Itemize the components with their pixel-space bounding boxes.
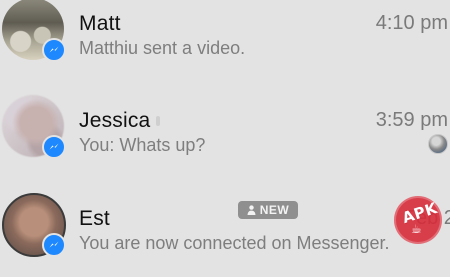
messenger-badge-icon bbox=[42, 233, 66, 257]
conversation-row[interactable]: Est NEW Feb 24 You are now connected on … bbox=[0, 187, 450, 277]
contact-name-text: Jessica bbox=[79, 109, 151, 132]
contact-name: Est bbox=[79, 207, 110, 230]
message-preview: Matthiu sent a video. bbox=[79, 38, 246, 58]
message-preview: You: Whats up? bbox=[79, 135, 206, 155]
conversation-list: Matt 4:10 pm Matthiu sent a video. Jessi… bbox=[0, 0, 450, 259]
teacup-icon: ☕ bbox=[411, 222, 422, 236]
apk-watermark-logo: APK ☕ bbox=[394, 196, 442, 244]
message-time: 3:59 pm bbox=[375, 109, 448, 131]
contact-name: Matt bbox=[79, 12, 121, 35]
person-icon bbox=[247, 205, 256, 215]
contact-name: Jessica bbox=[79, 109, 161, 133]
messenger-badge-icon bbox=[42, 38, 66, 62]
online-indicator bbox=[156, 116, 161, 127]
avatar-container bbox=[2, 95, 68, 161]
message-time: 4:10 pm bbox=[375, 12, 448, 34]
new-badge-label: NEW bbox=[259, 203, 290, 217]
messenger-badge-icon bbox=[42, 135, 66, 159]
read-receipt-avatar-icon bbox=[428, 134, 448, 154]
conversation-row[interactable]: Jessica 3:59 pm You: Whats up? bbox=[0, 89, 450, 179]
conversation-row[interactable]: Matt 4:10 pm Matthiu sent a video. bbox=[0, 0, 450, 82]
message-preview: You are now connected on Messenger. bbox=[79, 233, 390, 253]
new-badge: NEW bbox=[238, 201, 298, 219]
avatar-container bbox=[2, 0, 68, 64]
avatar-container bbox=[2, 193, 68, 259]
